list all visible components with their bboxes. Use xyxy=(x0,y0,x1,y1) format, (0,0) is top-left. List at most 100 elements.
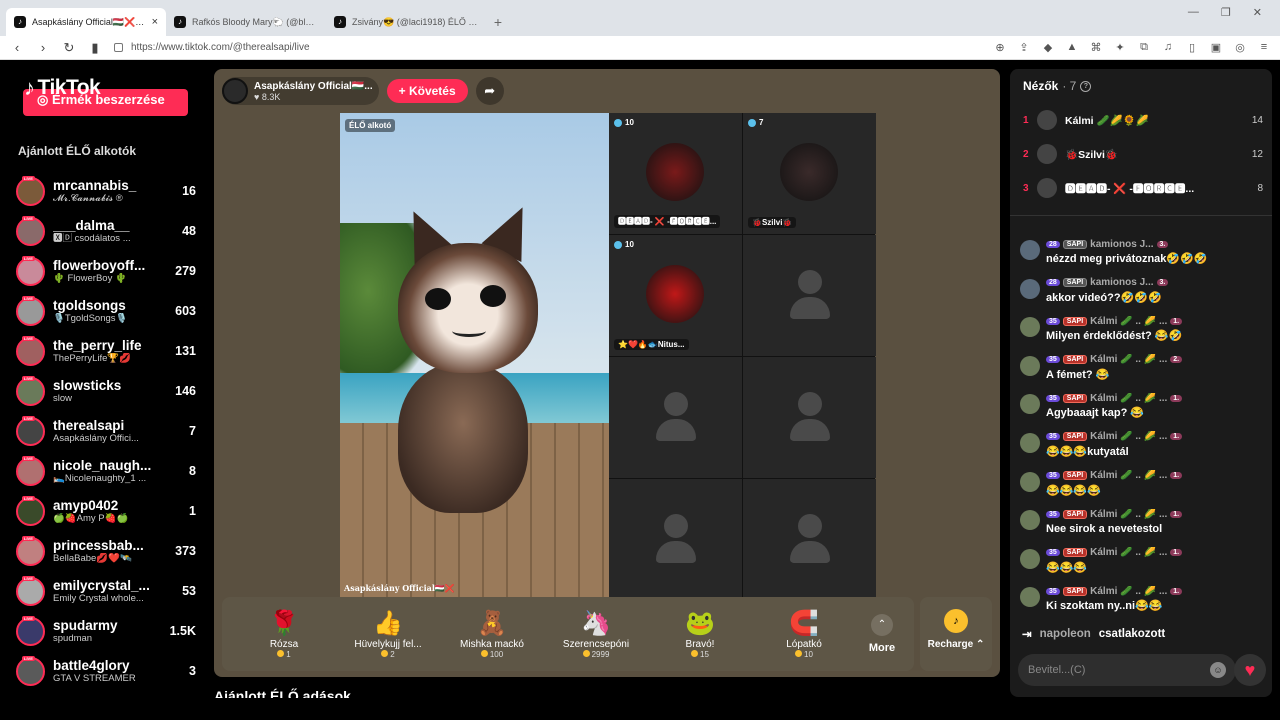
chat-message[interactable]: 35 SAPI Kálmi 🥒 .. 🌽 ... 1. 😂😂😂 xyxy=(1020,546,1266,585)
guest-slot[interactable]: 10 🅳🅴🅰🅳- ❌ -🅵🅾🆁🅲🅴... xyxy=(609,113,742,234)
viewer-avatar[interactable] xyxy=(1037,110,1057,130)
gift-item[interactable]: 👍 Hüvelykujj fel... 2 xyxy=(336,609,440,659)
chat-message[interactable]: 35 SAPI Kálmi 🥒 .. 🌽 ... 1. Nee sirok a neve… xyxy=(1020,507,1266,546)
creator-item[interactable]: LIVE princessbab... BellaBabe💋❤️🛰️ 373 xyxy=(16,531,196,571)
tiktok-logo[interactable]: ♪ TikTok xyxy=(24,75,101,101)
rewards-icon[interactable]: ▲ xyxy=(1066,41,1078,54)
chat-username[interactable]: Kálmi 🥒 .. 🌽 ... xyxy=(1090,393,1167,404)
sidebar-icon[interactable]: ▯ xyxy=(1186,41,1198,54)
guest-slot[interactable]: 7 🐞Szilvi🐞 xyxy=(743,113,876,234)
browser-tab-1[interactable]: ♪ Asapkáslány Official🇭🇺❌ (@ × xyxy=(6,8,166,36)
creator-item[interactable]: LIVE nicole_naugh... 🛌Nicolenaughty_1 ... 8 xyxy=(16,451,196,491)
creator-avatar[interactable]: LIVE xyxy=(16,575,45,606)
creator-item[interactable]: LIVE tgoldsongs 🎙️TgoldSongs🎙️ 603 xyxy=(16,291,196,331)
chat-avatar[interactable] xyxy=(1020,510,1040,531)
chat-username[interactable]: Kálmi 🥒 .. 🌽 ... xyxy=(1090,354,1167,365)
guest-slot[interactable]: 10 ⭐❤️🔥🐟Nitus... xyxy=(609,235,742,356)
gift-item[interactable]: 🌹 Rózsa 1 xyxy=(232,609,336,659)
emoji-icon[interactable]: ☺ xyxy=(1210,662,1226,678)
chat-avatar[interactable] xyxy=(1020,548,1040,569)
puzzle-icon[interactable]: ⧉ xyxy=(1138,41,1150,54)
more-gifts-button[interactable]: ⌃ More xyxy=(860,614,904,654)
host-avatar[interactable] xyxy=(222,78,248,104)
tab-close-icon[interactable]: × xyxy=(152,16,158,28)
creator-item[interactable]: LIVE mrcannabis_ 𝓜𝓻.𝓒𝓪𝓷𝓷𝓪𝓫𝓲𝓼 ® 16 xyxy=(16,171,196,211)
creator-item[interactable]: LIVE the_perry_life ThePerryLife🏆💋 131 xyxy=(16,331,196,371)
new-tab-button[interactable]: + xyxy=(486,8,510,36)
creator-avatar[interactable]: LIVE xyxy=(16,375,45,406)
creator-item[interactable]: LIVE ___dalma__ 🆇🄳 csodálatos ... 48 xyxy=(16,211,196,251)
recharge-button[interactable]: ♪ Recharge ⌃ xyxy=(920,597,992,671)
chat-message[interactable]: 35 SAPI Kálmi 🥒 .. 🌽 ... 1. 😂😂😂😂 xyxy=(1020,469,1266,508)
guest-slot[interactable] xyxy=(609,479,742,600)
creator-avatar[interactable]: LIVE xyxy=(16,415,45,446)
reload-icon[interactable]: ↻ xyxy=(62,40,76,56)
chat-avatar[interactable] xyxy=(1020,240,1040,260)
creator-avatar[interactable]: LIVE xyxy=(16,655,45,686)
creator-avatar[interactable]: LIVE xyxy=(16,255,45,286)
creator-item[interactable]: LIVE therealsapi Asapkáslány Offici... 7 xyxy=(16,411,196,451)
host-video[interactable]: ÉLŐ alkotó Asapkáslány Official🇭🇺❌ xyxy=(340,113,609,597)
viewer-avatar[interactable] xyxy=(1037,178,1057,198)
creator-avatar[interactable]: LIVE xyxy=(16,495,45,526)
chat-avatar[interactable] xyxy=(1020,355,1040,376)
share-page-icon[interactable]: ⇪ xyxy=(1018,41,1030,54)
close-window-icon[interactable]: ✕ xyxy=(1253,6,1262,19)
host-info[interactable]: Asapkáslány Official🇭🇺... ♥ 8.3K xyxy=(222,77,379,105)
maximize-icon[interactable]: ❐ xyxy=(1221,6,1231,19)
follow-button[interactable]: + Követés xyxy=(386,79,468,103)
site-info-icon[interactable] xyxy=(114,43,123,52)
creator-avatar[interactable]: LIVE xyxy=(16,175,45,206)
chat-username[interactable]: kamionos J... xyxy=(1090,277,1153,288)
chat-username[interactable]: Kálmi 🥒 .. 🌽 ... xyxy=(1090,509,1167,520)
translate-icon[interactable]: ⌘ xyxy=(1090,41,1102,54)
bookmark-icon[interactable]: ▮ xyxy=(88,40,102,56)
chat-avatar[interactable] xyxy=(1020,394,1040,415)
creator-item[interactable]: LIVE battle4glory GTA V STREAMER 3 xyxy=(16,651,196,691)
gift-item[interactable]: 🦄 Szerencsepóni 2999 xyxy=(544,609,648,659)
browser-tab-2[interactable]: ♪ Rafkós Bloody Mary🐑 (@bloodym xyxy=(166,8,326,36)
share-icon[interactable]: ➦ xyxy=(475,77,504,105)
minimize-icon[interactable]: — xyxy=(1188,6,1199,19)
creator-avatar[interactable]: LIVE xyxy=(16,455,45,486)
creator-avatar[interactable]: LIVE xyxy=(16,215,45,246)
creator-avatar[interactable]: LIVE xyxy=(16,615,45,646)
wallet-icon[interactable]: ▣ xyxy=(1210,41,1222,54)
top-viewer-row[interactable]: 2 🐞Szilvi🐞 12 xyxy=(1023,137,1263,171)
creator-item[interactable]: LIVE amyp0402 🍏🍓Amy P🍓🍏 1 xyxy=(16,491,196,531)
chat-avatar[interactable] xyxy=(1020,587,1040,608)
menu-icon[interactable]: ≡ xyxy=(1258,41,1270,54)
guest-slot[interactable] xyxy=(743,235,876,356)
top-viewer-row[interactable]: 3 🅳🅴🅰🅳- ❌ -🅵🅾🆁🅲🅴... 8 xyxy=(1023,171,1263,205)
creator-avatar[interactable]: LIVE xyxy=(16,535,45,566)
help-icon[interactable]: ? xyxy=(1080,80,1092,92)
chat-message[interactable]: 35 SAPI Kálmi 🥒 .. 🌽 ... 1. Milyen érdeklődé… xyxy=(1020,314,1266,353)
chat-username[interactable]: Kálmi 🥒 .. 🌽 ... xyxy=(1090,586,1167,597)
chat-username[interactable]: kamionos J... xyxy=(1090,239,1153,250)
browser-tab-3[interactable]: ♪ Zsivány😎 (@laci1918) ÉLŐ adás xyxy=(326,8,486,36)
chat-message[interactable]: 35 SAPI Kálmi 🥒 .. 🌽 ... 1. Ki szoktam ny..n… xyxy=(1020,584,1266,623)
chat-username[interactable]: Kálmi 🥒 .. 🌽 ... xyxy=(1090,316,1167,327)
creator-item[interactable]: LIVE spudarmy spudman 1.5K xyxy=(16,611,196,651)
chat-avatar[interactable] xyxy=(1020,278,1040,299)
chat-username[interactable]: Kálmi 🥒 .. 🌽 ... xyxy=(1090,470,1167,481)
chat-message[interactable]: 28 SAPI kamionos J... 3. akkor videó??🤣🤣🤣 xyxy=(1020,276,1266,315)
chat-avatar[interactable] xyxy=(1020,471,1040,492)
chat-message[interactable]: 28 SAPI kamionos J... 3. nézzd meg privátozn… xyxy=(1020,237,1266,276)
extension-icon[interactable]: ✦ xyxy=(1114,41,1126,54)
guest-slot[interactable] xyxy=(743,479,876,600)
chat-message[interactable]: 35 SAPI Kálmi 🥒 .. 🌽 ... 1. 😂😂😂kutyatál xyxy=(1020,430,1266,469)
chat-username[interactable]: Kálmi 🥒 .. 🌽 ... xyxy=(1090,431,1167,442)
zoom-icon[interactable]: ⊕ xyxy=(994,41,1006,54)
guest-slot[interactable] xyxy=(609,357,742,478)
address-bar[interactable]: https://www.tiktok.com/@therealsapi/live xyxy=(114,42,874,53)
gift-item[interactable]: 🐸 Bravó! 15 xyxy=(648,609,752,659)
chat-input[interactable]: Bevitel...(C) ☺ xyxy=(1018,654,1236,686)
chat-message[interactable]: 35 SAPI Kálmi 🥒 .. 🌽 ... 1. Agybaaajt kap? 😂 xyxy=(1020,391,1266,430)
gift-item[interactable]: 🧲 Lópatkó 10 xyxy=(752,609,856,659)
chat-message[interactable]: 35 SAPI Kálmi 🥒 .. 🌽 ... 2. A fémet? 😂 xyxy=(1020,353,1266,392)
creator-item[interactable]: LIVE slowsticks slow 146 xyxy=(16,371,196,411)
guest-slot[interactable] xyxy=(743,357,876,478)
creator-avatar[interactable]: LIVE xyxy=(16,295,45,326)
viewer-avatar[interactable] xyxy=(1037,144,1057,164)
